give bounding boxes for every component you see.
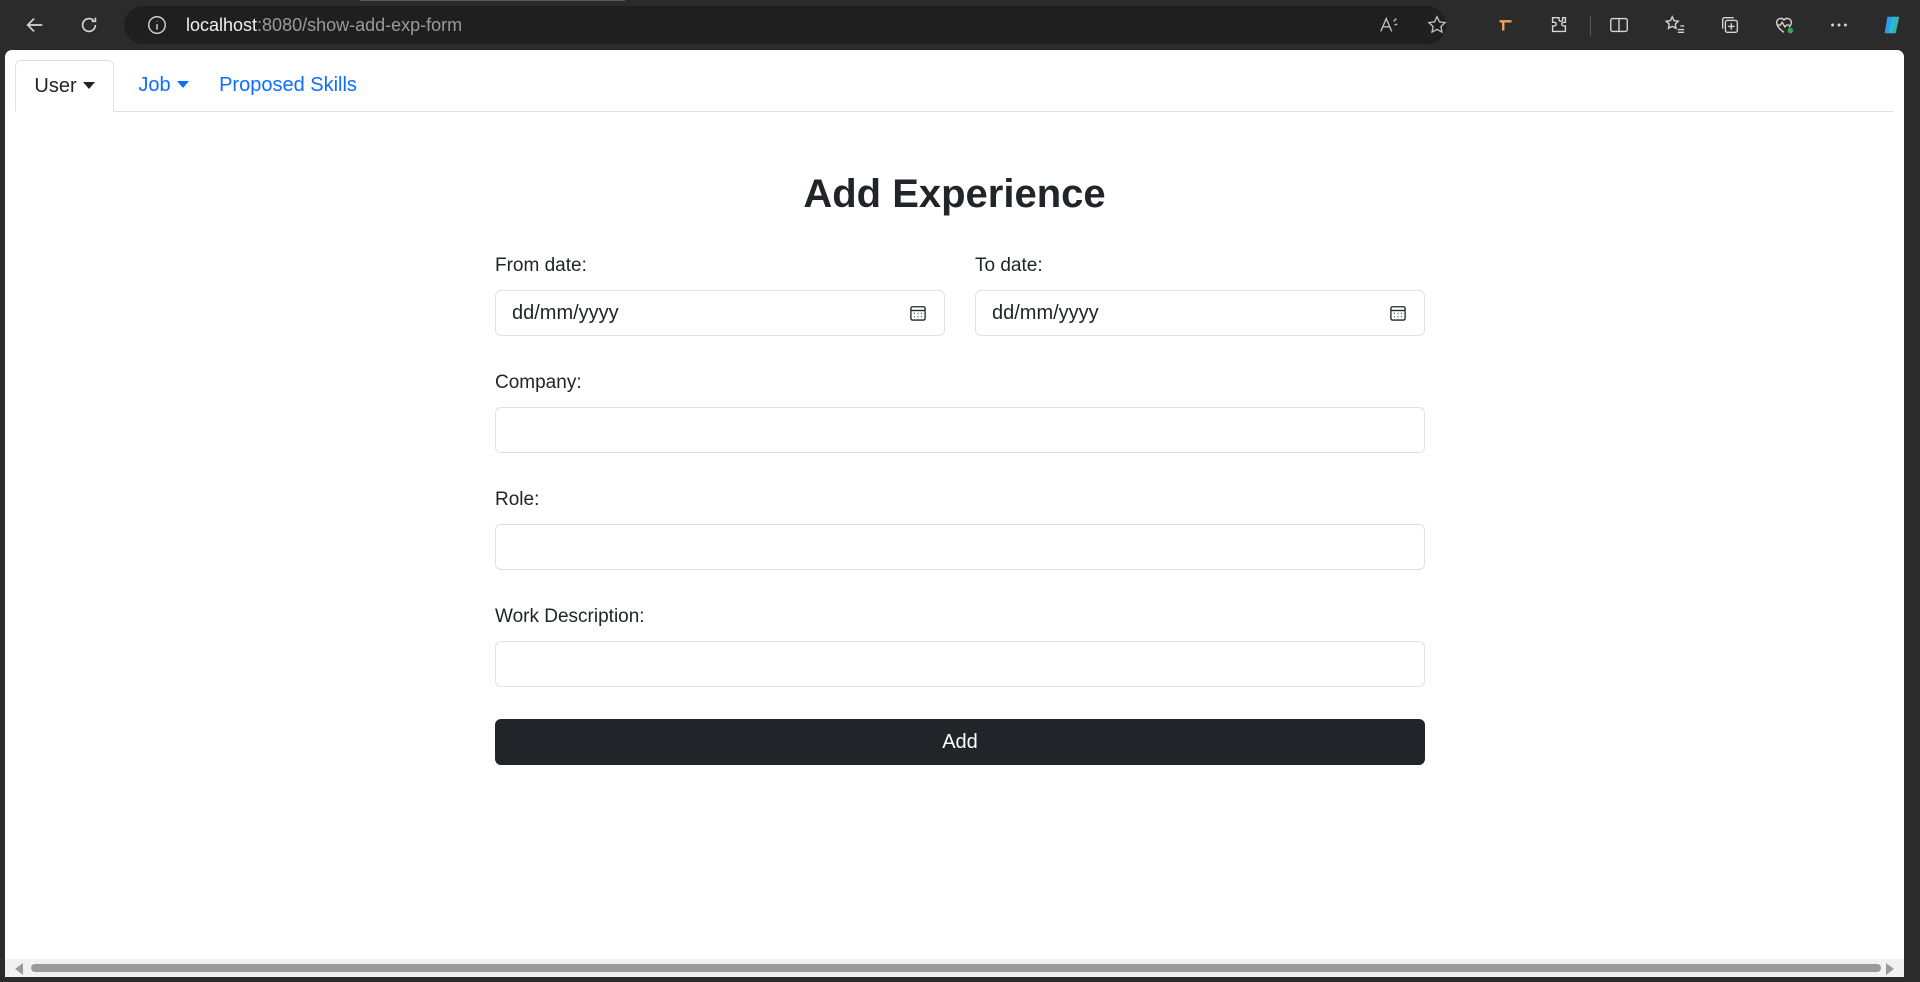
url-path: :8080/show-add-exp-form xyxy=(257,15,463,35)
role-label: Role: xyxy=(495,489,540,510)
to-date-placeholder: dd/mm/yyyy xyxy=(992,301,1099,324)
from-date-placeholder: dd/mm/yyyy xyxy=(512,301,619,324)
tab-job[interactable]: Job xyxy=(115,60,212,111)
tab-proposed-skills-label: Proposed Skills xyxy=(219,74,357,96)
extension-button[interactable] xyxy=(1493,12,1519,38)
scrollbar-thumb[interactable] xyxy=(31,964,1881,972)
horizontal-scrollbar[interactable] xyxy=(5,959,1904,977)
split-screen-button[interactable] xyxy=(1606,12,1632,38)
work-description-label: Work Description: xyxy=(495,606,645,627)
read-aloud-icon[interactable] xyxy=(1378,14,1400,36)
role-input[interactable] xyxy=(495,524,1425,570)
site-info-icon[interactable] xyxy=(146,14,168,36)
puzzle-icon xyxy=(1551,16,1567,33)
more-dots-icon xyxy=(1831,23,1847,27)
extension-logo-icon xyxy=(1499,20,1512,31)
active-tab-indicator xyxy=(360,0,625,1)
tab-job-label: Job xyxy=(138,74,171,96)
tab-user-label: User xyxy=(34,74,77,97)
calendar-icon[interactable] xyxy=(908,303,928,323)
copilot-icon xyxy=(1884,16,1900,34)
favorites-button[interactable] xyxy=(1662,12,1688,38)
favorites-list-icon xyxy=(1664,15,1685,34)
tab-proposed-skills[interactable]: Proposed Skills xyxy=(212,60,364,111)
refresh-icon xyxy=(81,17,97,33)
back-button[interactable] xyxy=(19,9,51,41)
split-screen-icon xyxy=(1610,17,1628,33)
page-title: Add Experience xyxy=(803,172,1106,216)
caret-down-icon xyxy=(176,81,189,88)
to-date-label: To date: xyxy=(975,255,1043,276)
scroll-right-arrow-icon[interactable] xyxy=(1886,963,1894,975)
heart-pulse-icon xyxy=(1775,17,1794,34)
tab-user[interactable]: User xyxy=(15,60,114,112)
browser-toolbar: localhost:8080/show-add-exp-form xyxy=(0,0,1920,50)
settings-more-button[interactable] xyxy=(1826,12,1852,38)
from-date-input[interactable]: dd/mm/yyyy xyxy=(495,290,945,336)
collections-icon xyxy=(1721,16,1739,34)
browser-essentials-button[interactable] xyxy=(1771,12,1797,38)
extensions-button[interactable] xyxy=(1546,12,1572,38)
to-date-input[interactable]: dd/mm/yyyy xyxy=(975,290,1425,336)
url-text[interactable]: localhost:8080/show-add-exp-form xyxy=(186,15,462,36)
company-input[interactable] xyxy=(495,407,1425,453)
refresh-button[interactable] xyxy=(73,9,105,41)
favorite-star-icon[interactable] xyxy=(1426,14,1448,36)
address-bar[interactable]: localhost:8080/show-add-exp-form xyxy=(124,6,1448,44)
back-arrow-icon xyxy=(26,17,43,33)
page-viewport: User Job Proposed Skills Add Experience … xyxy=(5,50,1904,977)
calendar-icon[interactable] xyxy=(1388,303,1408,323)
nav-tabs: User Job Proposed Skills xyxy=(15,60,1894,112)
copilot-button[interactable] xyxy=(1879,12,1905,38)
scroll-left-arrow-icon[interactable] xyxy=(15,963,23,975)
collections-button[interactable] xyxy=(1717,12,1743,38)
work-description-input[interactable] xyxy=(495,641,1425,687)
caret-down-icon xyxy=(82,81,95,89)
add-button[interactable]: Add xyxy=(495,719,1425,765)
url-host: localhost xyxy=(186,15,258,35)
toolbar-separator xyxy=(1590,16,1591,36)
from-date-label: From date: xyxy=(495,255,587,276)
company-label: Company: xyxy=(495,372,582,393)
